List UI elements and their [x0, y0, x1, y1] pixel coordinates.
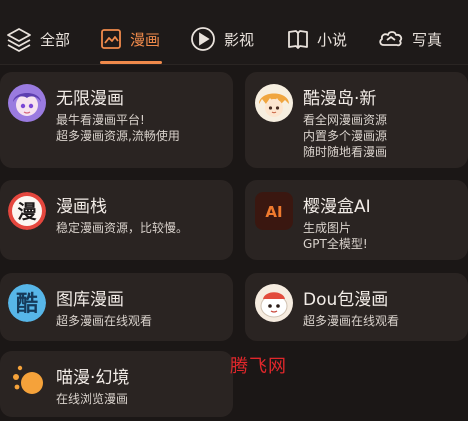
layers-icon	[6, 26, 32, 52]
image-icon	[100, 28, 122, 50]
tab-comics[interactable]: 漫画	[100, 22, 160, 56]
svg-text:AI: AI	[265, 203, 282, 221]
tab-novels[interactable]: 小说	[287, 22, 347, 56]
anime-character-icon	[255, 84, 293, 122]
app-description: 超多漫画在线观看	[56, 313, 152, 329]
app-card-manhuazhan[interactable]: 漫 漫画栈 稳定漫画资源，比较慢。	[0, 180, 233, 260]
tab-label: 全部	[40, 30, 71, 49]
svg-text:酷: 酷	[16, 292, 38, 317]
app-card-kumandao[interactable]: 酷漫岛·新 看全网漫画资源 内置多个漫画源 随时随地看漫画	[245, 72, 468, 168]
description-line: 生成图片	[303, 221, 352, 235]
app-description: 超多漫画在线观看	[303, 313, 399, 329]
app-card-yingmanhe-ai[interactable]: AI 樱漫盒AI 生成图片 GPT全模型!	[245, 180, 468, 260]
app-title: 图库漫画	[56, 290, 124, 310]
app-card-tuku-manhua[interactable]: 酷 图库漫画 超多漫画在线观看	[0, 273, 233, 341]
app-description: 看全网漫画资源 内置多个漫画源 随时随地看漫画	[303, 112, 387, 160]
anime-girl-icon	[8, 84, 46, 122]
svg-text:漫: 漫	[17, 201, 37, 223]
dots-logo-icon	[8, 363, 46, 401]
bun-mascot-icon	[255, 284, 293, 322]
cloud-icon	[378, 28, 404, 50]
description-line: 看全网漫画资源	[303, 113, 388, 127]
description-line: 稳定漫画资源，比较慢。	[56, 221, 189, 235]
app-description: 稳定漫画资源，比较慢。	[56, 220, 188, 236]
ku-character-icon: 酷	[8, 284, 46, 322]
site-watermark: 腾飞网	[230, 356, 287, 377]
app-description: 最牛看漫画平台! 超多漫画资源,流畅使用	[56, 112, 180, 144]
tab-video[interactable]: 影视	[190, 22, 254, 56]
app-title: 酷漫岛·新	[303, 89, 377, 109]
app-title: 樱漫盒AI	[303, 197, 371, 217]
description-line: 超多漫画资源,流畅使用	[56, 129, 180, 143]
app-card-doubao-manhua[interactable]: Dou包漫画 超多漫画在线观看	[245, 273, 468, 341]
description-line: 超多漫画在线观看	[56, 314, 153, 328]
description-line: 超多漫画在线观看	[303, 314, 400, 328]
tab-all[interactable]: 全部	[6, 22, 70, 56]
app-title: Dou包漫画	[303, 290, 389, 310]
play-icon	[190, 26, 216, 52]
description-line: 随时随地看漫画	[303, 145, 388, 159]
app-title: 喵漫·幻境	[56, 368, 130, 388]
app-card-wuxian-manhua[interactable]: 无限漫画 最牛看漫画平台! 超多漫画资源,流畅使用	[0, 72, 233, 168]
description-line: GPT全模型!	[303, 237, 368, 251]
tab-label: 影视	[224, 30, 255, 49]
tab-photos[interactable]: 写真	[378, 22, 442, 56]
app-description: 生成图片 GPT全模型!	[303, 220, 368, 252]
description-line: 在线浏览漫画	[56, 392, 129, 406]
book-icon	[287, 28, 309, 50]
man-character-icon: 漫	[8, 192, 46, 230]
description-line: 内置多个漫画源	[303, 129, 388, 143]
tab-label: 写真	[412, 30, 443, 49]
tab-label: 漫画	[130, 30, 161, 49]
category-tab-bar: 全部 漫画 影视 小说 写真	[0, 0, 468, 64]
app-title: 漫画栈	[56, 197, 107, 217]
ai-logo-icon: AI	[255, 192, 293, 230]
app-card-miaoman-huanjing[interactable]: 喵漫·幻境 在线浏览漫画	[0, 351, 233, 417]
app-description: 在线浏览漫画	[56, 391, 128, 407]
tab-divider	[0, 64, 468, 65]
description-line: 最牛看漫画平台!	[56, 113, 145, 127]
app-title: 无限漫画	[56, 89, 124, 109]
tab-label: 小说	[317, 30, 348, 49]
